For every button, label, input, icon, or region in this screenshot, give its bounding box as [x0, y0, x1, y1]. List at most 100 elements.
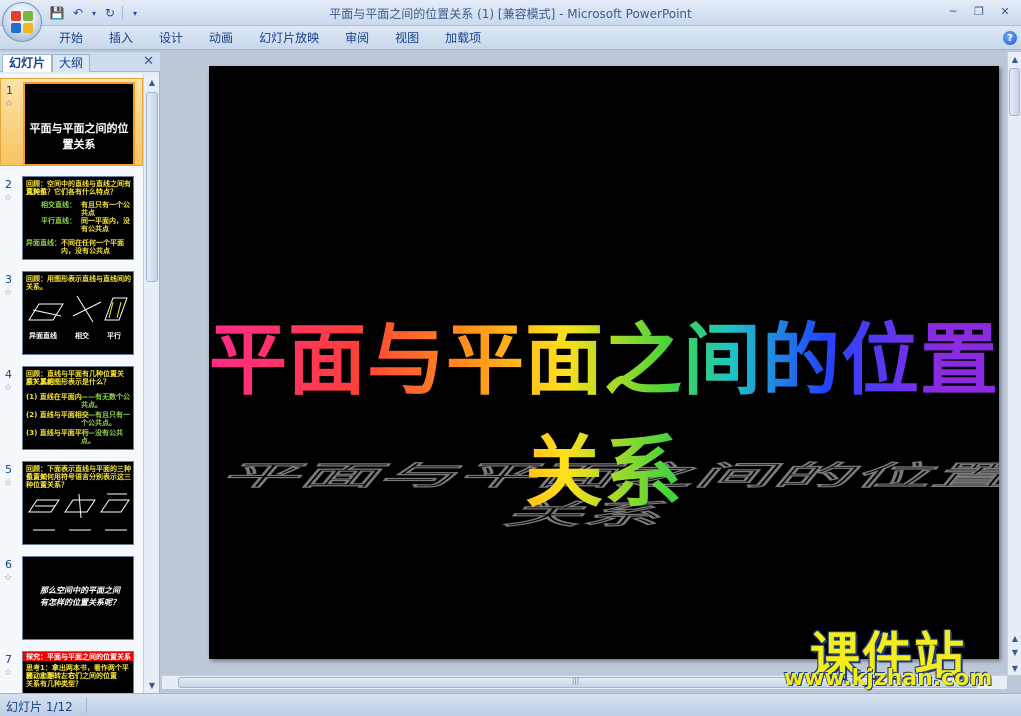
office-logo-yellow: [23, 23, 33, 33]
slides-panel: 幻灯片 大纲 ✕ 1 ☆ 平面与平面之间的位置关系 2 ☆ 回顾：空间中的直线与…: [0, 52, 160, 693]
document-title: 平面与平面之间的位置关系 (1) [兼容模式]: [329, 7, 556, 21]
scroll-down-icon[interactable]: ▼: [1008, 661, 1021, 675]
animation-star-icon: ☆: [4, 383, 13, 393]
watermark-url: www.kjzhan.com: [783, 666, 993, 691]
animation-star-icon: ☆: [4, 668, 13, 678]
title-separator: -: [555, 7, 568, 21]
slide-indicator: 幻灯片 1/12: [6, 700, 73, 714]
slide-thumbnail-row[interactable]: 3 ☆ 回顾：用图形表示直线与直线间的关系。 异面直线 相交 平行: [0, 268, 143, 356]
slide-thumbnail-row[interactable]: 2 ☆ 回顾：空间中的直线与直线之间有几种位 置关系？它们各有什么特点？ 相交直…: [0, 173, 143, 261]
status-separator: [86, 697, 87, 713]
thumbnail-text: 不同在任何一个平面内，没有公共点: [61, 239, 124, 255]
watermark-logo: 课件站 www.kjzhan.com: [768, 616, 1008, 694]
tab-slides[interactable]: 幻灯片: [2, 54, 53, 72]
slide-number: 6: [5, 558, 12, 571]
ribbon-tab-bar: 开始 插入 设计 动画 幻灯片放映 审阅 视图 加载项 ?: [0, 26, 1021, 50]
office-logo-blue: [11, 23, 21, 33]
thumbnail-text: 置关系？它们各有什么特点？: [26, 188, 117, 196]
thumbnail-scrollbar[interactable]: ▲ ▼: [143, 74, 159, 693]
slide-thumbnail-row[interactable]: 4 ☆ 回顾：直线与平面有几种位置关系？其相 应关系的图形表示是什么？ (1) …: [0, 363, 143, 451]
help-icon[interactable]: ?: [1003, 31, 1017, 45]
thumbnail-text: 回顾：用图形表示直线与直线间的关系。: [26, 275, 131, 291]
plane-diagrams-icon: [28, 493, 130, 531]
tab-animations[interactable]: 动画: [196, 26, 246, 50]
slide-thumbnail-row[interactable]: 1 ☆ 平面与平面之间的位置关系: [0, 78, 143, 166]
animation-star-icon: ☆: [4, 288, 13, 298]
slide-thumbnail[interactable]: 回顾：用图形表示直线与直线间的关系。 异面直线 相交 平行: [22, 271, 134, 355]
slide-thumbnail[interactable]: 平面与平面之间的位置关系: [23, 82, 135, 166]
scrollbar-thumb[interactable]: [146, 92, 158, 282]
close-icon[interactable]: ✕: [993, 2, 1017, 20]
thumbnail-text: ——有无数个公共点。: [81, 393, 130, 409]
thumbnail-text: (2) 直线与平面相交: [26, 411, 89, 419]
thumbnail-text: 那么空间中的平面之间: [40, 586, 120, 595]
tab-review[interactable]: 审阅: [332, 26, 382, 50]
slide-thumbnail[interactable]: 探究：平面与平面之间的位置关系 思考1：拿出两本书，看作两个平面，上下、左右 移…: [22, 651, 134, 693]
thumbnail-text: ——没有公共点。: [81, 429, 123, 445]
scrollbar-thumb[interactable]: [1009, 68, 1020, 116]
close-icon[interactable]: ✕: [143, 54, 154, 69]
thumbnail-text: 系，如何用符号语言分别表示这三种位置关系？: [26, 473, 131, 489]
thumbnail-text: 同一平面内，没有公共点: [81, 217, 130, 233]
window-controls: ─ ❐ ✕: [941, 2, 1017, 20]
animation-star-icon: ☆: [5, 99, 14, 109]
thumbnail-text: 有且只有一个公共点: [81, 201, 130, 217]
slide-thumbnail-list: 1 ☆ 平面与平面之间的位置关系 2 ☆ 回顾：空间中的直线与直线之间有几种位 …: [0, 74, 143, 693]
ribbon-tabs: 开始 插入 设计 动画 幻灯片放映 审阅 视图 加载项: [46, 26, 494, 50]
minimize-icon[interactable]: ─: [941, 2, 965, 20]
thumbnail-text: ——有且只有一个公共点。: [81, 411, 130, 427]
thumbnail-text: 探究：平面与平面之间的位置关系: [26, 653, 131, 661]
next-slide-icon[interactable]: ▼: [1008, 645, 1021, 659]
slide-number: 5: [5, 463, 12, 476]
thumbnail-text: 有怎样的位置关系呢？: [40, 598, 120, 607]
thumbnail-text: 异面直线: [29, 332, 57, 340]
tab-home[interactable]: 开始: [46, 26, 96, 50]
panel-tabs: 幻灯片 大纲 ✕: [0, 52, 160, 72]
previous-slide-icon[interactable]: ▲: [1008, 631, 1021, 645]
scroll-down-icon[interactable]: ▼: [144, 677, 160, 693]
tab-insert[interactable]: 插入: [96, 26, 146, 50]
office-logo-green: [23, 11, 33, 21]
slide-number: 2: [5, 178, 12, 191]
slide-edit-area: 平面与平面之间的位置关系 平面与平面之间的位置关系: [162, 52, 1007, 675]
status-bar: 幻灯片 1/12: [0, 693, 1021, 716]
slide-number: 1: [6, 84, 13, 97]
application-name: Microsoft PowerPoint: [567, 7, 692, 21]
thumbnail-text: (3) 直线与平面平行: [26, 429, 89, 437]
thumbnail-text: 异面直线：: [26, 239, 61, 247]
tab-design[interactable]: 设计: [146, 26, 196, 50]
scrollbar-grip-icon: |||: [572, 677, 580, 685]
line-diagrams-icon: [28, 295, 128, 323]
slide-thumbnail[interactable]: 那么空间中的平面之间 有怎样的位置关系呢？: [22, 556, 134, 640]
office-button[interactable]: [2, 2, 42, 42]
animation-star-icon: ☆: [4, 573, 13, 583]
window-title: 平面与平面之间的位置关系 (1) [兼容模式] - Microsoft Powe…: [0, 5, 1021, 22]
tab-slide-show[interactable]: 幻灯片放映: [246, 26, 332, 50]
slide-thumbnail-row[interactable]: 7 ☆ 探究：平面与平面之间的位置关系 思考1：拿出两本书，看作两个平面，上下、…: [0, 648, 143, 693]
animation-star-icon: ☆: [4, 478, 13, 488]
slide-thumbnail[interactable]: 回顾：空间中的直线与直线之间有几种位 置关系？它们各有什么特点？ 相交直线： 有…: [22, 176, 134, 260]
thumbnail-text: 应关系的图形表示是什么？: [26, 378, 110, 386]
slide-thumbnail[interactable]: 回顾：下面表示直线与平面的三种位置关 系，如何用符号语言分别表示这三种位置关系？: [22, 461, 134, 545]
thumbnail-text: 移动和翻转，它们之间的位置: [26, 672, 117, 680]
thumbnail-text: (1) 直线在平面内: [26, 393, 82, 401]
slide-thumbnail-row[interactable]: 5 ☆ 回顾：下面表示直线与平面的三种位置关 系，如何用符号语言分别表示这三种位…: [0, 458, 143, 546]
thumbnail-text: 相交: [75, 332, 89, 340]
slide-thumbnail[interactable]: 回顾：直线与平面有几种位置关系？其相 应关系的图形表示是什么？ (1) 直线在平…: [22, 366, 134, 450]
tab-outline[interactable]: 大纲: [52, 54, 91, 72]
vertical-scrollbar[interactable]: ▲ ▲ ▼ ▼: [1007, 52, 1021, 675]
slide-title[interactable]: 平面与平面之间的位置关系: [209, 298, 999, 522]
slide-number: 3: [5, 273, 12, 286]
scroll-up-icon[interactable]: ▲: [144, 74, 160, 90]
slide-number: 4: [5, 368, 12, 381]
tab-view[interactable]: 视图: [382, 26, 432, 50]
scroll-up-icon[interactable]: ▲: [1008, 52, 1021, 66]
thumbnail-text: 关系有几种类型？: [26, 680, 82, 688]
thumbnail-text: 平行: [107, 332, 121, 340]
restore-icon[interactable]: ❐: [967, 2, 991, 20]
thumbnail-text: 平行直线：: [41, 217, 76, 225]
title-bar: 💾 ↶ ▾ ↻ ▾ 平面与平面之间的位置关系 (1) [兼容模式] - Micr…: [0, 0, 1021, 26]
slide-canvas[interactable]: 平面与平面之间的位置关系 平面与平面之间的位置关系: [209, 66, 999, 659]
tab-add-ins[interactable]: 加载项: [432, 26, 494, 50]
slide-thumbnail-row[interactable]: 6 ☆ 那么空间中的平面之间 有怎样的位置关系呢？: [0, 553, 143, 641]
